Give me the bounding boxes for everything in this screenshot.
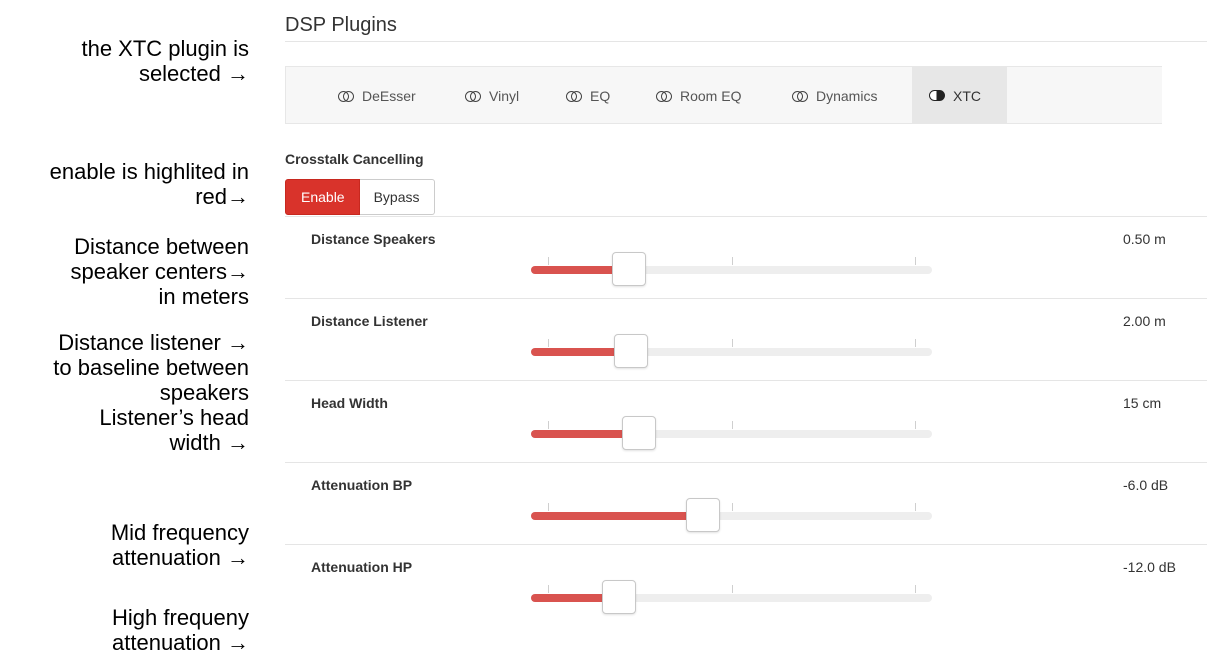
attenuation-hp-slider[interactable]: [531, 563, 932, 614]
slider-label: Distance Speakers: [311, 231, 436, 247]
toggle-off-icon: [338, 90, 355, 102]
plugin-tab-bar: DeEsser Vinyl EQ Room EQ Dynamics XTC: [285, 66, 1162, 124]
slider-tick: [732, 585, 733, 593]
toggle-off-icon: [566, 90, 583, 102]
tab-label: EQ: [590, 87, 611, 104]
tab-room-eq[interactable]: Room EQ: [656, 67, 741, 124]
annotation-head-width: Listener’s head width →: [99, 405, 249, 455]
annotation-line: the XTC plugin is: [81, 36, 249, 61]
tab-label: Dynamics: [816, 87, 878, 104]
tab-deesser[interactable]: DeEsser: [338, 67, 416, 124]
toggle-off-icon: [465, 90, 482, 102]
annotation-attenuation-hp: High frequeny attenuation →: [112, 605, 249, 655]
slider-tick: [915, 339, 916, 347]
annotation-line: Mid frequency: [110, 520, 249, 545]
slider-tick: [915, 503, 916, 511]
tab-vinyl[interactable]: Vinyl: [465, 67, 519, 124]
slider-tick: [915, 257, 916, 265]
annotation-distance-listener: Distance listener → to baseline between …: [53, 330, 249, 405]
slider-value: 2.00 m: [1123, 313, 1166, 329]
annotation-attenuation-bp: Mid frequency attenuation →: [111, 520, 249, 570]
slider-value: 15 cm: [1123, 395, 1162, 411]
tab-dynamics[interactable]: Dynamics: [792, 67, 877, 124]
slider-tick: [548, 585, 549, 593]
slider-label: Head Width: [311, 395, 388, 411]
slider-tick: [548, 421, 549, 429]
tab-label: DeEsser: [362, 87, 416, 104]
annotation-line: attenuation →: [112, 630, 249, 655]
slider-handle[interactable]: [686, 498, 720, 532]
slider-label: Attenuation BP: [311, 477, 413, 493]
page-title: DSP Plugins: [285, 14, 397, 36]
annotation-line: to baseline between: [53, 355, 249, 380]
head-width-slider[interactable]: [531, 399, 932, 450]
slider-fill: [531, 512, 703, 520]
slider-handle[interactable]: [602, 580, 636, 614]
toggle-off-icon: [792, 90, 809, 102]
annotation-line: selected →: [138, 61, 249, 86]
slider-row-distance-listener: Distance Listener 2.00 m: [285, 298, 1207, 381]
distance-listener-slider[interactable]: [531, 317, 932, 368]
tab-label: XTC: [953, 87, 981, 104]
tab-xtc[interactable]: XTC: [912, 67, 1007, 124]
slider-value: -12.0 dB: [1123, 559, 1176, 575]
slider-tick: [915, 421, 916, 429]
annotation-xtc-selected: the XTC plugin is selected →: [81, 36, 249, 86]
slider-tick: [732, 503, 733, 511]
annotation-enable-red: enable is highlited in red→: [50, 159, 249, 209]
slider-tick: [915, 585, 916, 593]
annotation-line: enable is highlited in: [49, 159, 249, 184]
annotation-line: Distance listener →: [58, 330, 249, 355]
slider-value: -6.0 dB: [1123, 477, 1169, 493]
tab-eq[interactable]: EQ: [566, 67, 610, 124]
slider-label: Attenuation HP: [311, 559, 413, 575]
annotation-line: width →: [169, 430, 249, 455]
annotation-line: attenuation →: [112, 545, 249, 570]
slider-tick: [732, 257, 733, 265]
slider-row-attenuation-hp: Attenuation HP -12.0 dB: [285, 544, 1207, 625]
bypass-button[interactable]: Bypass: [359, 179, 435, 215]
annotation-line: in meters: [158, 284, 249, 309]
slider-tick: [732, 339, 733, 347]
annotation-line: red→: [195, 184, 249, 209]
annotation-distance-speakers: Distance between speaker centers→ in met…: [70, 234, 249, 309]
annotation-line: High frequeny: [112, 605, 249, 630]
slider-row-distance-speakers: Distance Speakers 0.50 m: [285, 216, 1207, 299]
slider-handle[interactable]: [614, 334, 648, 368]
slider-tick: [548, 339, 549, 347]
tab-label: Room EQ: [680, 87, 742, 104]
tab-label: Vinyl: [489, 87, 520, 104]
enable-button[interactable]: Enable: [285, 179, 360, 215]
annotation-line: speaker centers→: [70, 259, 249, 284]
slider-tick: [732, 421, 733, 429]
annotation-line: speakers: [159, 380, 249, 405]
annotation-line: Distance between: [74, 234, 249, 259]
slider-label: Distance Listener: [311, 313, 428, 329]
title-divider: [285, 41, 1207, 42]
distance-speakers-slider[interactable]: [531, 235, 932, 286]
slider-handle[interactable]: [622, 416, 656, 450]
toggle-off-icon: [656, 90, 673, 102]
slider-tick: [548, 503, 549, 511]
section-title: Crosstalk Cancelling: [285, 151, 424, 167]
attenuation-bp-slider[interactable]: [531, 481, 932, 532]
toggle-on-icon: [929, 89, 946, 102]
annotation-line: Listener’s head: [99, 405, 249, 430]
slider-row-attenuation-bp: Attenuation BP -6.0 dB: [285, 462, 1207, 545]
enable-bypass-group: Enable Bypass: [285, 179, 435, 215]
slider-value: 0.50 m: [1123, 231, 1166, 247]
slider-tick: [548, 257, 549, 265]
slider-handle[interactable]: [612, 252, 646, 286]
slider-row-head-width: Head Width 15 cm: [285, 380, 1207, 463]
